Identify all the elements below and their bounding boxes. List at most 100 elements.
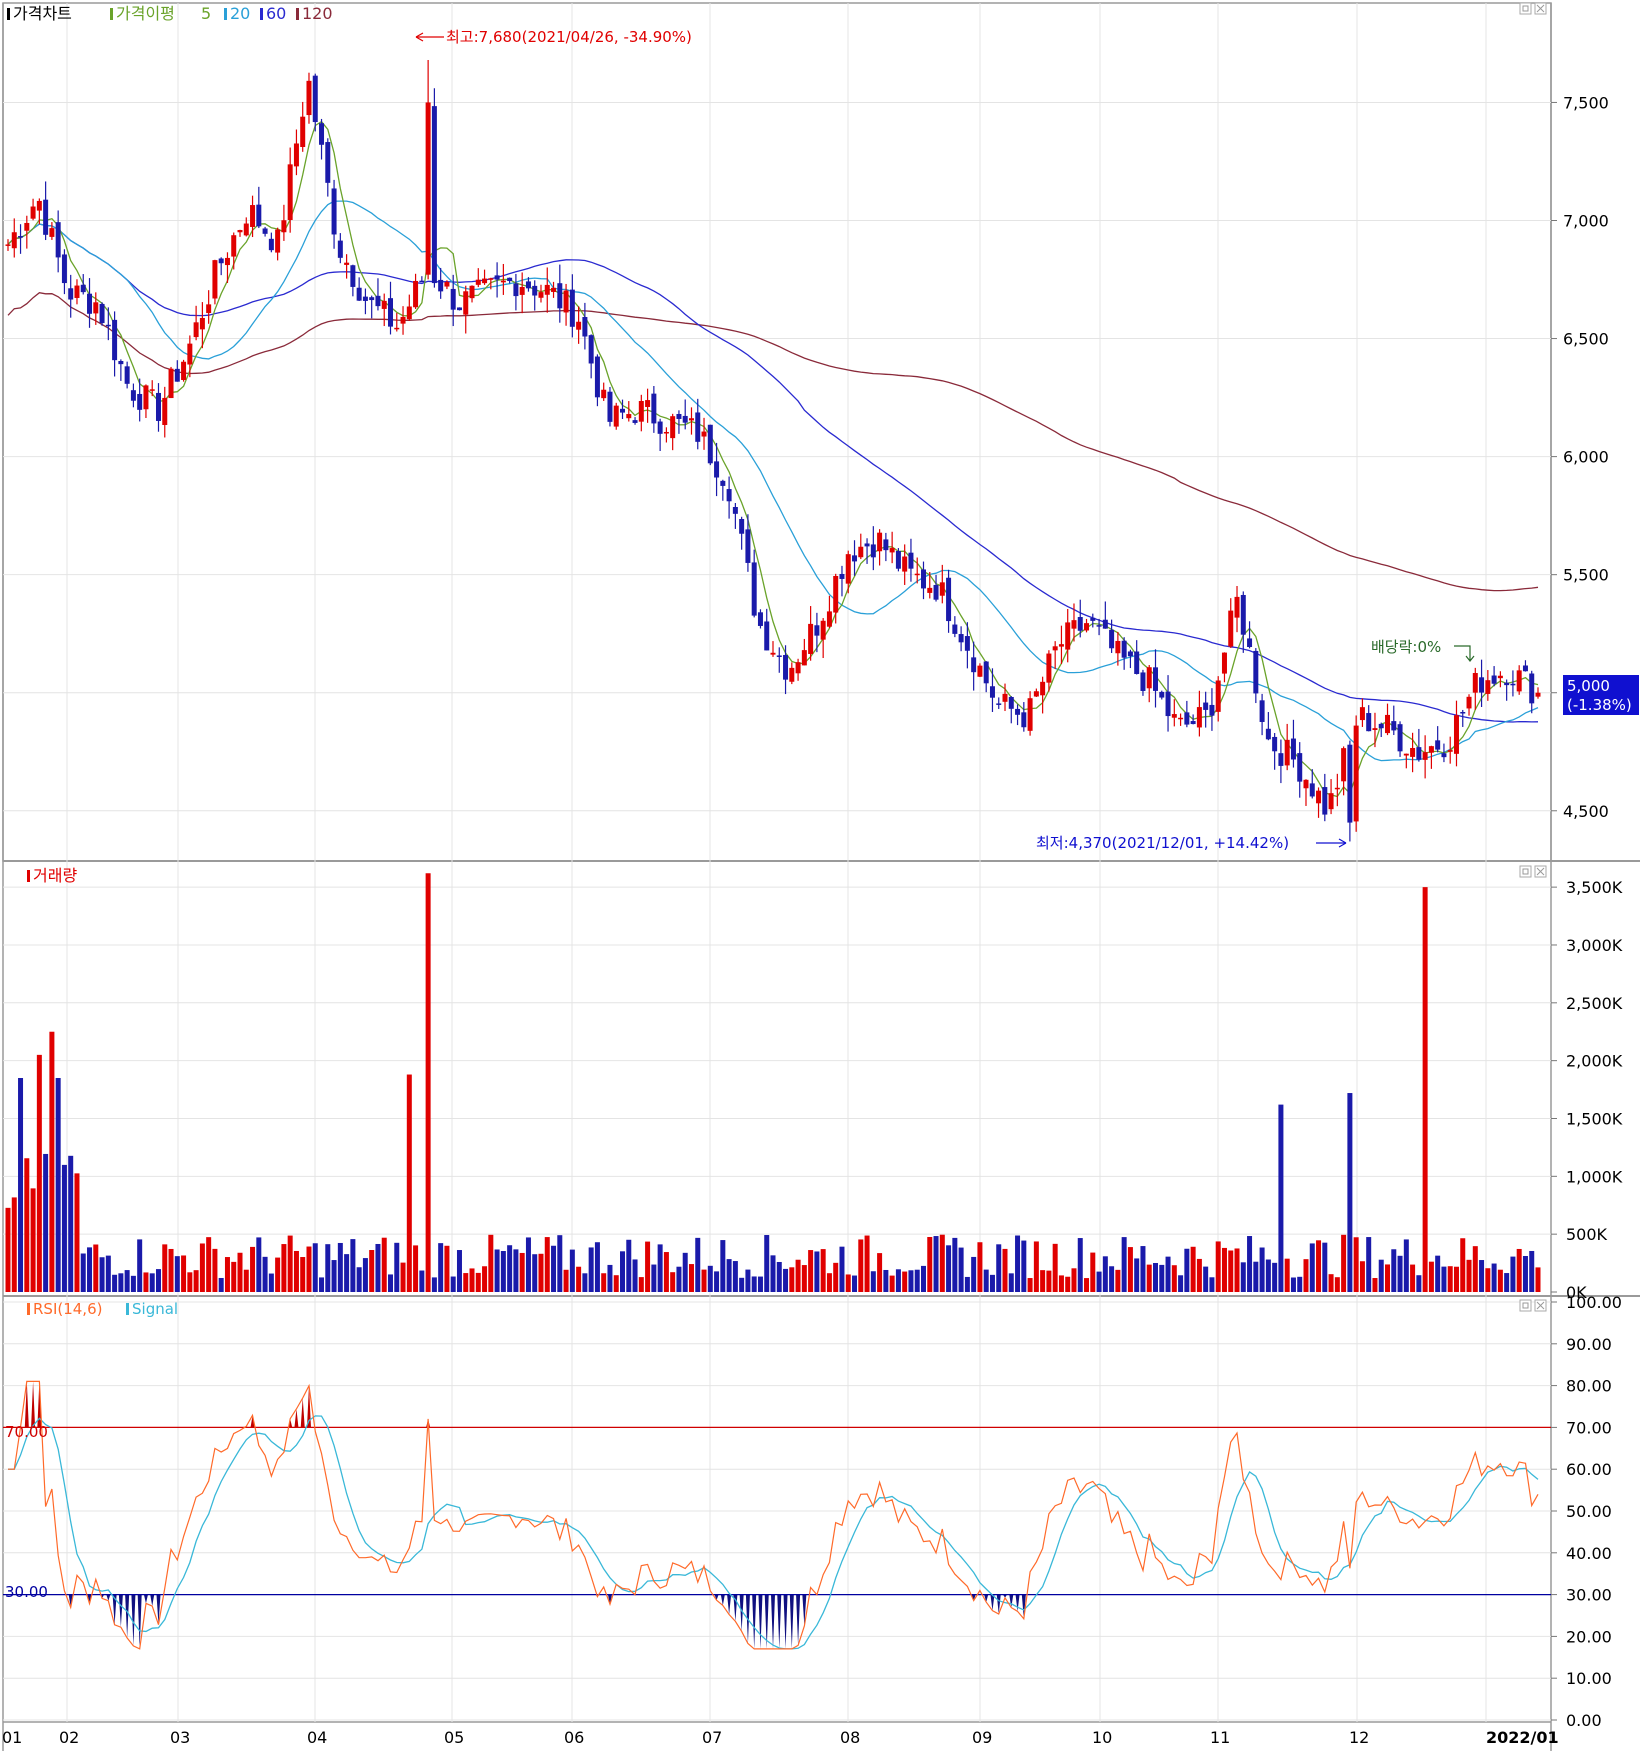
last-price-tag: 5,000 (-1.38%): [1563, 675, 1639, 715]
minimize-icon[interactable]: [1519, 2, 1532, 15]
x-tick-label: 02: [59, 1728, 79, 1747]
volume-bar: [1190, 1246, 1196, 1292]
candle-body: [30, 206, 36, 219]
volume-bar: [1516, 1248, 1522, 1292]
volume-bar: [820, 1249, 826, 1292]
volume-bar: [18, 1078, 24, 1292]
volume-bar: [1002, 1248, 1008, 1292]
volume-bar: [55, 1078, 61, 1292]
volume-bar: [651, 1264, 657, 1292]
volume-bar: [1084, 1278, 1090, 1292]
volume-bar: [569, 1249, 575, 1292]
candle-body: [1529, 673, 1535, 704]
volume-bar: [30, 1188, 36, 1292]
volume-bar: [250, 1246, 256, 1292]
candle-body: [1171, 714, 1177, 718]
price-panel-buttons[interactable]: [1519, 2, 1547, 15]
volume-bar: [864, 1235, 870, 1292]
volume-bar: [557, 1235, 563, 1292]
volume-bar: [613, 1275, 619, 1292]
candle-body: [1134, 651, 1140, 674]
candle-body: [319, 123, 325, 145]
candle-body: [61, 254, 67, 284]
candle-body: [482, 278, 488, 284]
candle-body: [406, 306, 412, 320]
candle-body: [958, 634, 964, 643]
volume-bar: [582, 1273, 588, 1292]
rsi-tick-label: 90.00: [1566, 1335, 1612, 1354]
candle-body: [1190, 721, 1196, 725]
volume-bar: [494, 1249, 500, 1292]
volume-bar: [369, 1250, 375, 1292]
candle-body: [569, 289, 575, 327]
candle-body: [181, 361, 187, 380]
volume-bar: [1422, 887, 1428, 1292]
candle-body: [1021, 712, 1027, 728]
candle-body: [714, 461, 720, 478]
volume-bar: [714, 1271, 720, 1292]
volume-bar: [105, 1255, 111, 1292]
candle-body: [626, 414, 632, 419]
volume-bar: [199, 1243, 205, 1292]
volume-bar: [764, 1235, 770, 1292]
volume-bar: [344, 1254, 350, 1292]
volume-bar: [770, 1255, 776, 1292]
candle-body: [1422, 752, 1428, 760]
volume-bar: [1378, 1259, 1384, 1292]
volume-bar: [532, 1254, 538, 1292]
volume-bar: [206, 1237, 212, 1292]
volume-bar: [1504, 1273, 1510, 1292]
candle-body: [293, 143, 299, 167]
volume-bar: [87, 1247, 93, 1292]
candle-body: [902, 556, 908, 572]
candle-body: [1065, 622, 1071, 650]
price-panel-title: 가격차트: [13, 4, 72, 23]
candle-body: [670, 416, 676, 439]
volume-bar: [381, 1237, 387, 1292]
volume-bar: [268, 1273, 274, 1292]
volume-bar: [319, 1277, 325, 1292]
candle-body: [1121, 640, 1127, 658]
volume-bar: [118, 1273, 124, 1292]
candle-body: [1485, 680, 1491, 694]
volume-bar: [989, 1274, 995, 1292]
candle-body: [444, 282, 450, 287]
minimize-icon[interactable]: [1519, 865, 1532, 878]
candle-body: [789, 667, 795, 682]
candle-body: [889, 548, 895, 553]
volume-bar: [337, 1242, 343, 1292]
candle-body: [1479, 677, 1485, 693]
volume-bar: [914, 1269, 920, 1292]
volume-bar: [964, 1276, 970, 1292]
candle-body: [206, 304, 212, 314]
volume-bar: [394, 1242, 400, 1292]
candle-body: [381, 300, 387, 309]
candle-body: [538, 292, 544, 298]
volume-bar: [1040, 1270, 1046, 1292]
candle-body: [500, 280, 506, 283]
candle-body: [532, 285, 538, 296]
volume-bar: [626, 1239, 632, 1292]
volume-bar: [544, 1237, 550, 1292]
volume-bar: [149, 1273, 155, 1292]
candle-body: [544, 284, 550, 295]
volume-bar: [93, 1244, 99, 1292]
volume-bar: [670, 1272, 676, 1292]
minimize-icon[interactable]: [1519, 1299, 1532, 1312]
volume-panel-buttons[interactable]: [1519, 865, 1547, 878]
x-tick-label: 06: [564, 1728, 584, 1747]
volume-bar: [1441, 1266, 1447, 1292]
candle-body: [1453, 715, 1459, 754]
volume-bar: [300, 1257, 306, 1292]
volume-bar: [808, 1250, 814, 1292]
candle-body: [475, 279, 481, 285]
candle-body: [1259, 700, 1265, 722]
candle-body: [1328, 793, 1334, 810]
price-tick-label: 4,500: [1563, 802, 1609, 821]
volume-bar: [1259, 1247, 1265, 1292]
candle-body: [262, 228, 268, 234]
volume-bar: [1071, 1268, 1077, 1292]
volume-bar: [795, 1259, 801, 1292]
candle-body: [852, 555, 858, 562]
candle-body: [74, 285, 80, 298]
